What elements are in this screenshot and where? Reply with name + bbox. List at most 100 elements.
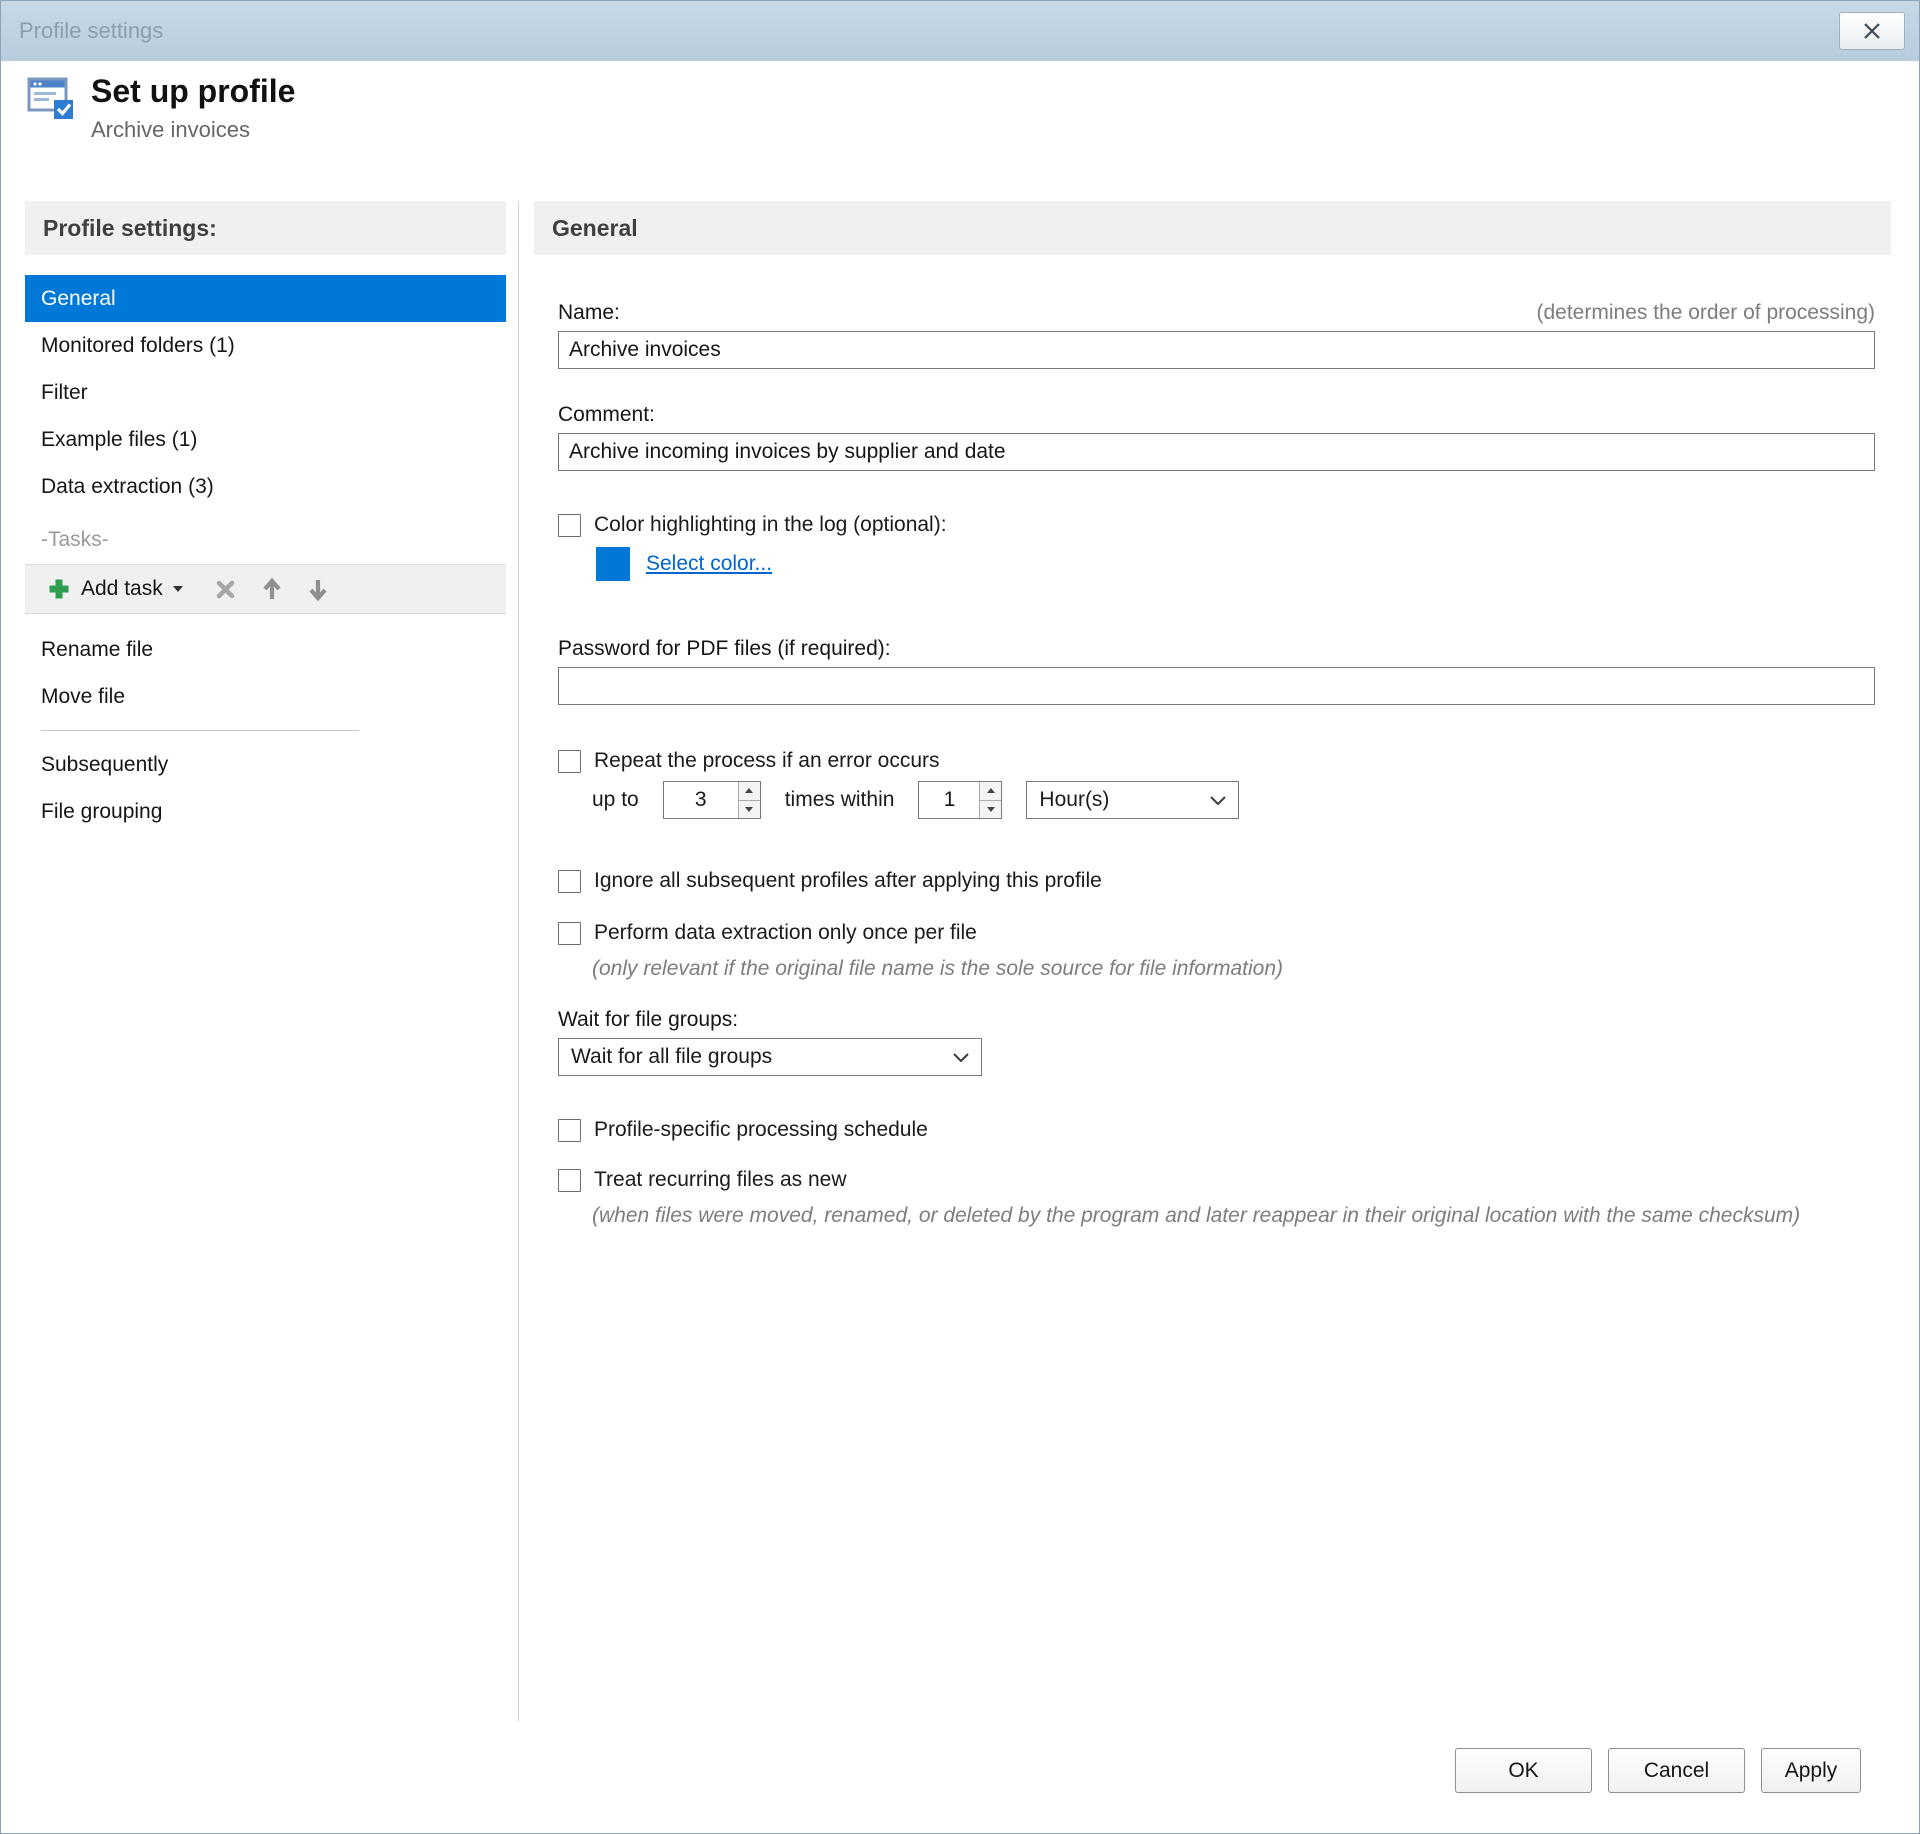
- add-task-button[interactable]: Add task: [41, 565, 189, 613]
- retry-count-stepper: [662, 781, 761, 819]
- delete-icon: [215, 579, 236, 600]
- recurring-files-checkbox[interactable]: [558, 1168, 581, 1192]
- name-order-hint: (determines the order of processing): [1536, 301, 1876, 324]
- chevron-down-icon: [1210, 795, 1227, 805]
- comment-input[interactable]: [558, 433, 1875, 471]
- extract-once-row: Perform data extraction only once per fi…: [558, 921, 1875, 945]
- plus-icon: [47, 577, 71, 601]
- close-button[interactable]: [1839, 12, 1905, 50]
- color-highlight-checkbox[interactable]: [558, 513, 581, 537]
- pdf-password-label: Password for PDF files (if required):: [558, 637, 891, 660]
- sidebar-header: Profile settings:: [25, 201, 506, 255]
- sidebar-divider: [41, 730, 359, 731]
- sidebar-item-file-grouping[interactable]: File grouping: [25, 788, 506, 835]
- wait-file-groups-label: Wait for file groups:: [558, 1008, 739, 1031]
- comment-label: Comment:: [558, 403, 655, 426]
- color-highlight-label: Color highlighting in the log (optional)…: [594, 513, 947, 536]
- move-task-up-button[interactable]: [249, 565, 295, 613]
- titlebar: Profile settings: [1, 1, 1919, 61]
- app-header-text: Set up profile Archive invoices: [91, 73, 295, 143]
- processing-schedule-label: Profile-specific processing schedule: [594, 1118, 928, 1141]
- repeat-on-error-checkbox[interactable]: [558, 749, 581, 773]
- wait-file-groups-select[interactable]: Wait for all file groups: [558, 1038, 982, 1076]
- processing-schedule-checkbox[interactable]: [558, 1118, 581, 1142]
- ignore-subsequent-row: Ignore all subsequent profiles after app…: [558, 869, 1875, 893]
- task-toolbar: Add task: [25, 564, 506, 614]
- name-label-row: Name: (determines the order of processin…: [558, 301, 1875, 325]
- name-input[interactable]: [558, 331, 1875, 369]
- sidebar-item-data-extraction[interactable]: Data extraction (3): [25, 463, 506, 510]
- tasks-separator-label: -Tasks-: [41, 528, 109, 551]
- sidebar: Profile settings: General Monitored fold…: [25, 201, 506, 835]
- retry-window-input[interactable]: [919, 782, 980, 818]
- color-highlight-row: Color highlighting in the log (optional)…: [558, 513, 1875, 537]
- times-within-label: times within: [784, 788, 895, 811]
- recurring-files-row: Treat recurring files as new: [558, 1168, 1875, 1192]
- general-form: Name: (determines the order of processin…: [534, 301, 1891, 1231]
- spin-up-button[interactable]: [980, 782, 1002, 801]
- spin-up-button[interactable]: [738, 782, 760, 801]
- dialog-footer: OK Cancel Apply: [1455, 1748, 1861, 1793]
- arrow-up-icon: [261, 577, 283, 602]
- move-task-down-button[interactable]: [295, 565, 341, 613]
- ignore-subsequent-label: Ignore all subsequent profiles after app…: [594, 869, 1102, 892]
- close-icon: [1863, 23, 1881, 39]
- retry-window-spin-buttons: [979, 782, 1002, 818]
- delete-task-button[interactable]: [203, 565, 249, 613]
- main-panel: General Name: (determines the order of p…: [534, 201, 1891, 1231]
- sidebar-item-monitored-folders[interactable]: Monitored folders (1): [25, 322, 506, 369]
- spin-up-icon: [745, 788, 754, 794]
- sidebar-item-subsequently[interactable]: Subsequently: [25, 741, 506, 788]
- repeat-settings-row: up to times within Hour(s): [592, 781, 1875, 819]
- extract-once-hint: (only relevant if the original file name…: [592, 957, 1283, 980]
- extract-once-checkbox[interactable]: [558, 921, 581, 945]
- retry-count-spin-buttons: [737, 782, 760, 818]
- sidebar-item-example-files[interactable]: Example files (1): [25, 416, 506, 463]
- retry-count-input[interactable]: [663, 782, 738, 818]
- repeat-on-error-row: Repeat the process if an error occurs: [558, 749, 1875, 773]
- page-title: Set up profile: [91, 73, 296, 109]
- arrow-down-icon: [307, 577, 329, 602]
- add-task-label: Add task: [81, 577, 163, 600]
- spin-down-button[interactable]: [738, 800, 760, 818]
- color-swatch[interactable]: [596, 547, 630, 581]
- profile-settings-dialog: { "colors": { "accent": "#0078d7", "swat…: [0, 0, 1920, 1834]
- page-subtitle: Archive invoices: [91, 117, 250, 142]
- section-header: General: [534, 201, 1891, 255]
- ok-button[interactable]: OK: [1455, 1748, 1592, 1793]
- recurring-files-hint: (when files were moved, renamed, or dele…: [592, 1204, 1801, 1227]
- task-item-move-file[interactable]: Move file: [25, 673, 506, 720]
- pdf-password-input[interactable]: [558, 667, 1875, 705]
- select-color-link[interactable]: Select color...: [646, 552, 772, 576]
- repeat-on-error-label: Repeat the process if an error occurs: [594, 749, 940, 772]
- sidebar-bottom-list: Subsequently File grouping: [25, 741, 506, 835]
- task-item-rename-file[interactable]: Rename file: [25, 626, 506, 673]
- extract-once-label: Perform data extraction only once per fi…: [594, 921, 977, 944]
- spin-down-button[interactable]: [980, 800, 1002, 818]
- time-unit-value: Hour(s): [1039, 788, 1110, 811]
- profile-window-icon: [27, 75, 75, 121]
- sidebar-item-general[interactable]: General: [25, 275, 506, 322]
- cancel-button[interactable]: Cancel: [1608, 1748, 1745, 1793]
- spin-down-icon: [745, 806, 754, 812]
- task-list: Rename file Move file: [25, 626, 506, 720]
- sidebar-item-filter[interactable]: Filter: [25, 369, 506, 416]
- name-label: Name:: [558, 301, 620, 324]
- time-unit-select[interactable]: Hour(s): [1026, 781, 1240, 819]
- window-title: Profile settings: [19, 18, 164, 43]
- spin-up-icon: [986, 788, 995, 794]
- sidebar-nav-list: General Monitored folders (1) Filter Exa…: [25, 275, 506, 510]
- up-to-label: up to: [592, 788, 639, 811]
- processing-schedule-row: Profile-specific processing schedule: [558, 1118, 1875, 1142]
- spin-down-icon: [986, 806, 995, 812]
- ignore-subsequent-checkbox[interactable]: [558, 869, 581, 893]
- recurring-files-label: Treat recurring files as new: [594, 1168, 847, 1191]
- retry-window-stepper: [918, 781, 1003, 819]
- color-select-row: Select color...: [596, 547, 1875, 581]
- apply-button[interactable]: Apply: [1761, 1748, 1861, 1793]
- chevron-down-icon: [953, 1052, 969, 1062]
- pane-divider: [518, 201, 519, 1721]
- wait-file-groups-value: Wait for all file groups: [571, 1045, 773, 1068]
- app-header: Set up profile Archive invoices: [27, 73, 295, 143]
- chevron-down-icon: [172, 586, 183, 592]
